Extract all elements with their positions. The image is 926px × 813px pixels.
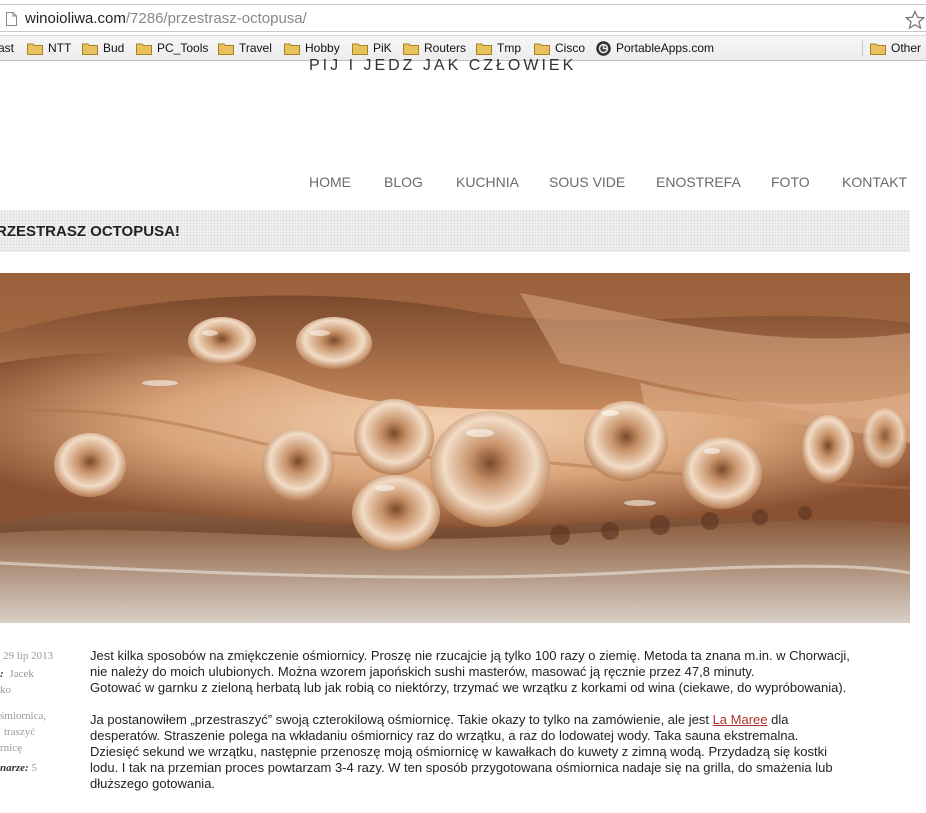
nav-item-kontakt[interactable]: KONTAKT bbox=[842, 174, 907, 190]
bookmark-folder-other[interactable]: Other bbox=[870, 39, 921, 57]
paragraph-line: desperatów. Straszenie polega na wkładan… bbox=[90, 728, 799, 743]
nav-item-enostrefa[interactable]: ENOSTREFA bbox=[656, 174, 741, 190]
post-tag-2[interactable]: traszyć bbox=[4, 724, 80, 740]
bookmarks-separator bbox=[862, 40, 863, 56]
paragraph-line: Gotować w garnku z zieloną herbatą lub j… bbox=[90, 680, 847, 695]
folder-icon bbox=[284, 43, 300, 55]
post-author-line-1: : Jacek bbox=[0, 666, 80, 682]
bookmark-folder-travel[interactable]: Travel bbox=[218, 39, 272, 57]
browser-address-bar: winoioliwa.com/7286/przestrasz-octopusa/ bbox=[0, 0, 926, 36]
author-name[interactable]: Jacek bbox=[9, 668, 33, 680]
bookmark-folder-pc-tools[interactable]: PC_Tools bbox=[136, 39, 208, 57]
post-title-band: RZESTRASZ OCTOPUSA! bbox=[0, 210, 910, 252]
bookmark-folder-bud[interactable]: Bud bbox=[82, 39, 124, 57]
main-nav: HOME BLOG KUCHNIA SOUS VIDE ENOSTREFA FO… bbox=[0, 174, 926, 194]
nav-item-kuchnia[interactable]: KUCHNIA bbox=[456, 174, 519, 190]
nav-item-home[interactable]: HOME bbox=[309, 174, 351, 190]
bookmark-label: PiK bbox=[373, 41, 392, 55]
bookmark-label: Cisco bbox=[555, 41, 586, 55]
nav-item-sous-vide[interactable]: SOUS VIDE bbox=[549, 174, 625, 190]
bookmark-label: ast bbox=[0, 41, 15, 55]
post-content: Jest kilka sposobów na zmiękczenie ośmio… bbox=[90, 648, 910, 808]
bookmark-label: Travel bbox=[239, 41, 272, 55]
post-tag-1[interactable]: śmiornica, bbox=[0, 708, 80, 724]
site-tagline: PIJ I JEDZ JAK CZŁOWIEK bbox=[309, 57, 577, 74]
paragraph-line: Dziesięć sekund we wrzątku, następnie pr… bbox=[90, 744, 827, 759]
folder-icon bbox=[476, 43, 492, 55]
bookmark-label: Routers bbox=[424, 41, 467, 55]
nav-item-foto[interactable]: FOTO bbox=[771, 174, 810, 190]
folder-icon bbox=[352, 43, 368, 55]
bookmark-folder-tmp[interactable]: Tmp bbox=[476, 39, 521, 57]
post-tag-3[interactable]: rnicę bbox=[0, 740, 80, 756]
bookmark-label: NTT bbox=[48, 41, 72, 55]
la-maree-link[interactable]: La Maree bbox=[713, 712, 768, 727]
folder-icon bbox=[218, 43, 234, 55]
paragraph-text: Ja postanowiłem „przestraszyć” swoją czt… bbox=[90, 712, 713, 727]
folder-icon bbox=[534, 43, 550, 55]
bookmark-label: Bud bbox=[103, 41, 125, 55]
bookmark-label: Other bbox=[891, 41, 922, 55]
url-path: /7286/przestrasz-octopusa/ bbox=[125, 10, 307, 27]
bookmark-folder-pik[interactable]: PiK bbox=[352, 39, 392, 57]
folder-icon bbox=[82, 43, 98, 55]
bookmark-label: Tmp bbox=[497, 41, 521, 55]
page-icon bbox=[6, 12, 17, 26]
post-comments[interactable]: narze: 5 bbox=[0, 760, 80, 776]
octopus-illustration bbox=[0, 273, 910, 623]
paragraph-line: Jest kilka sposobów na zmiękczenie ośmio… bbox=[90, 648, 850, 663]
bookmark-folder-ntt[interactable]: NTT bbox=[27, 39, 71, 57]
post-title[interactable]: RZESTRASZ OCTOPUSA! bbox=[0, 223, 180, 240]
bookmark-star-icon[interactable] bbox=[905, 10, 925, 30]
octopus-photo bbox=[0, 273, 910, 623]
post-meta: 29 lip 2013 : Jacek ko śmiornica, traszy… bbox=[0, 648, 80, 776]
paragraph-1: Jest kilka sposobów na zmiękczenie ośmio… bbox=[90, 648, 910, 696]
post-author-line-2[interactable]: ko bbox=[0, 682, 80, 698]
paragraph-line: lodu. I tak na przemian proces powtarzam… bbox=[90, 760, 833, 775]
paragraph-line: Ja postanowiłem „przestraszyć” swoją czt… bbox=[90, 712, 910, 728]
folder-icon bbox=[403, 43, 419, 55]
portableapps-icon bbox=[596, 40, 611, 56]
bookmark-item[interactable]: ast bbox=[0, 39, 14, 57]
paragraph-line: dłuższego gotowania. bbox=[90, 776, 216, 791]
paragraph-text: dla bbox=[767, 712, 789, 727]
folder-icon bbox=[136, 43, 152, 55]
url-field[interactable]: winoioliwa.com/7286/przestrasz-octopusa/ bbox=[0, 4, 926, 32]
bookmark-label: PC_Tools bbox=[157, 41, 209, 55]
nav-item-blog[interactable]: BLOG bbox=[384, 174, 423, 190]
post-date: 29 lip 2013 bbox=[3, 650, 54, 662]
folder-icon bbox=[870, 43, 886, 55]
url-text: winoioliwa.com/7286/przestrasz-octopusa/ bbox=[25, 10, 307, 27]
url-host: winoioliwa.com bbox=[25, 10, 126, 27]
bookmark-label: Hobby bbox=[305, 41, 340, 55]
bookmark-folder-cisco[interactable]: Cisco bbox=[534, 39, 585, 57]
author-label: : bbox=[0, 668, 4, 680]
folder-icon bbox=[27, 43, 43, 55]
comments-count: 5 bbox=[31, 762, 37, 774]
paragraph-2: Ja postanowiłem „przestraszyć” swoją czt… bbox=[90, 712, 910, 792]
bookmark-portableapps[interactable]: PortableApps.com bbox=[596, 39, 714, 57]
bookmark-folder-hobby[interactable]: Hobby bbox=[284, 39, 340, 57]
bookmark-label: PortableApps.com bbox=[616, 41, 715, 55]
comments-label: narze: bbox=[0, 762, 29, 774]
bookmark-folder-routers[interactable]: Routers bbox=[403, 39, 466, 57]
paragraph-line: nie należy do moich ulubionych. Można wz… bbox=[90, 664, 755, 679]
